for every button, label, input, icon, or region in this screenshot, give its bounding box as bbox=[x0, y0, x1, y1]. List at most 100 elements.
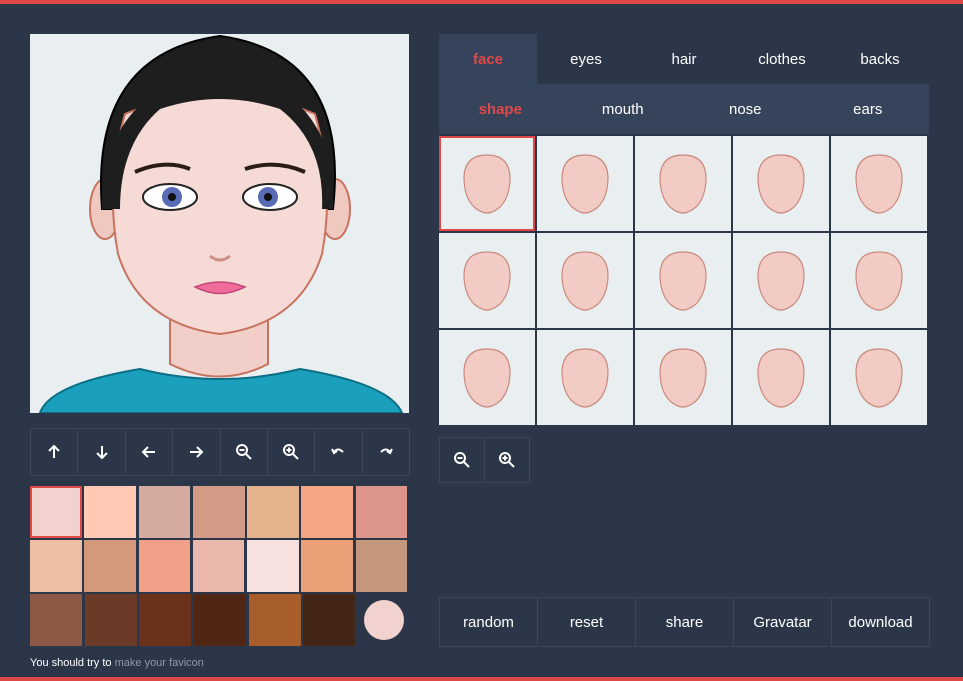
favicon-promo: You should try to make your favicon bbox=[30, 657, 204, 669]
face-shape-option[interactable] bbox=[831, 233, 927, 328]
swatch-row bbox=[30, 540, 410, 592]
face-shape-thumbnail bbox=[855, 153, 903, 214]
skin-swatch[interactable] bbox=[248, 594, 301, 646]
skin-swatch[interactable] bbox=[84, 594, 137, 646]
arrow-right-icon bbox=[190, 446, 204, 458]
face-shape-option[interactable] bbox=[537, 330, 633, 425]
face-shape-option[interactable] bbox=[635, 136, 731, 231]
face-shape-thumbnail bbox=[757, 250, 805, 311]
face-shape-thumbnail bbox=[659, 347, 707, 408]
tab-backs[interactable]: backs bbox=[831, 34, 929, 84]
subtab-nose[interactable]: nose bbox=[684, 84, 807, 134]
swatch-row bbox=[30, 594, 410, 646]
skin-swatch[interactable] bbox=[84, 540, 136, 592]
download-button[interactable]: download bbox=[831, 597, 930, 647]
undo-button[interactable] bbox=[314, 428, 363, 476]
gravatar-button[interactable]: Gravatar bbox=[733, 597, 832, 647]
face-shape-thumbnail bbox=[561, 347, 609, 408]
skin-color-palette bbox=[30, 486, 410, 648]
swatch-row bbox=[30, 486, 410, 538]
arrow-up-icon bbox=[48, 444, 60, 458]
action-bar: random reset share Gravatar download bbox=[439, 597, 930, 647]
skin-swatch[interactable] bbox=[247, 486, 299, 538]
skin-swatch[interactable] bbox=[30, 486, 82, 538]
skin-swatch[interactable] bbox=[84, 486, 136, 538]
skin-swatch[interactable] bbox=[301, 540, 354, 592]
skin-swatch[interactable] bbox=[30, 594, 82, 646]
share-button[interactable]: share bbox=[635, 597, 734, 647]
redo-button[interactable] bbox=[361, 428, 410, 476]
skin-swatch[interactable] bbox=[247, 540, 299, 592]
selected-color-circle bbox=[363, 600, 404, 640]
face-subtabs: shape mouth nose ears bbox=[439, 84, 929, 134]
skin-swatch[interactable] bbox=[301, 486, 354, 538]
skin-swatch[interactable] bbox=[303, 594, 356, 646]
zoom-out-button[interactable] bbox=[219, 428, 268, 476]
face-shape-option[interactable] bbox=[733, 233, 829, 328]
face-shape-option[interactable] bbox=[635, 330, 731, 425]
face-shape-thumbnail bbox=[855, 347, 903, 408]
subtab-shape[interactable]: shape bbox=[439, 84, 562, 134]
face-shape-option[interactable] bbox=[537, 233, 633, 328]
tab-eyes[interactable]: eyes bbox=[537, 34, 635, 84]
skin-swatch[interactable] bbox=[193, 594, 246, 646]
move-down-button[interactable] bbox=[77, 428, 126, 476]
make-favicon-link[interactable]: make your favicon bbox=[115, 657, 204, 669]
skin-swatch[interactable] bbox=[138, 486, 191, 538]
face-shape-thumbnail bbox=[659, 153, 707, 214]
redo-icon bbox=[380, 448, 393, 455]
face-shape-option[interactable] bbox=[733, 136, 829, 231]
favicon-promo-text: You should try to bbox=[30, 657, 112, 669]
skin-swatch[interactable] bbox=[192, 540, 245, 592]
move-left-button[interactable] bbox=[124, 428, 174, 476]
face-shape-option[interactable] bbox=[831, 136, 927, 231]
face-shape-option[interactable] bbox=[635, 233, 731, 328]
subtab-mouth[interactable]: mouth bbox=[562, 84, 685, 134]
face-shape-thumbnail bbox=[659, 250, 707, 311]
face-shape-thumbnail bbox=[463, 347, 511, 408]
face-shape-thumbnail bbox=[757, 347, 805, 408]
reset-button[interactable]: reset bbox=[537, 597, 636, 647]
face-shape-option[interactable] bbox=[831, 330, 927, 425]
face-shape-thumbnail bbox=[561, 153, 609, 214]
tab-face[interactable]: face bbox=[439, 34, 537, 84]
face-shape-option[interactable] bbox=[439, 330, 535, 425]
zoom-out-icon bbox=[235, 444, 252, 460]
skin-swatch[interactable] bbox=[355, 540, 408, 592]
tab-clothes[interactable]: clothes bbox=[733, 34, 831, 84]
bottom-accent-line bbox=[0, 677, 963, 681]
face-shape-thumbnail bbox=[561, 250, 609, 311]
face-shape-thumbnail bbox=[757, 153, 805, 214]
zoom-in-icon bbox=[283, 444, 299, 460]
face-shape-thumbnail bbox=[855, 250, 903, 311]
subtab-ears[interactable]: ears bbox=[807, 84, 930, 134]
zoom-out-icon bbox=[454, 452, 470, 468]
face-shape-option[interactable] bbox=[537, 136, 633, 231]
avatar-preview bbox=[30, 34, 409, 413]
grid-zoom-out-button[interactable] bbox=[439, 437, 485, 483]
selected-color-preview bbox=[358, 594, 410, 646]
grid-zoom-in-button[interactable] bbox=[484, 437, 530, 483]
face-shape-option[interactable] bbox=[439, 233, 535, 328]
arrow-down-icon bbox=[95, 446, 108, 460]
skin-swatch[interactable] bbox=[139, 594, 192, 646]
category-tabs: face eyes hair clothes backs bbox=[439, 34, 929, 84]
face-shape-option[interactable] bbox=[439, 136, 535, 231]
skin-swatch[interactable] bbox=[138, 540, 191, 592]
undo-icon bbox=[331, 448, 345, 455]
move-toolbar bbox=[30, 428, 410, 476]
avatar-drawing bbox=[38, 34, 404, 413]
zoom-in-button[interactable] bbox=[266, 428, 316, 476]
skin-swatch[interactable] bbox=[355, 486, 408, 538]
random-button[interactable]: random bbox=[439, 597, 538, 647]
skin-swatch[interactable] bbox=[30, 540, 82, 592]
move-right-button[interactable] bbox=[172, 428, 221, 476]
face-shape-option[interactable] bbox=[733, 330, 829, 425]
arrow-left-icon bbox=[141, 446, 155, 458]
top-accent-line bbox=[0, 0, 963, 4]
move-up-button[interactable] bbox=[30, 428, 79, 476]
zoom-in-icon bbox=[499, 452, 515, 468]
grid-zoom-toolbar bbox=[439, 437, 530, 483]
tab-hair[interactable]: hair bbox=[635, 34, 733, 84]
skin-swatch[interactable] bbox=[192, 486, 245, 538]
